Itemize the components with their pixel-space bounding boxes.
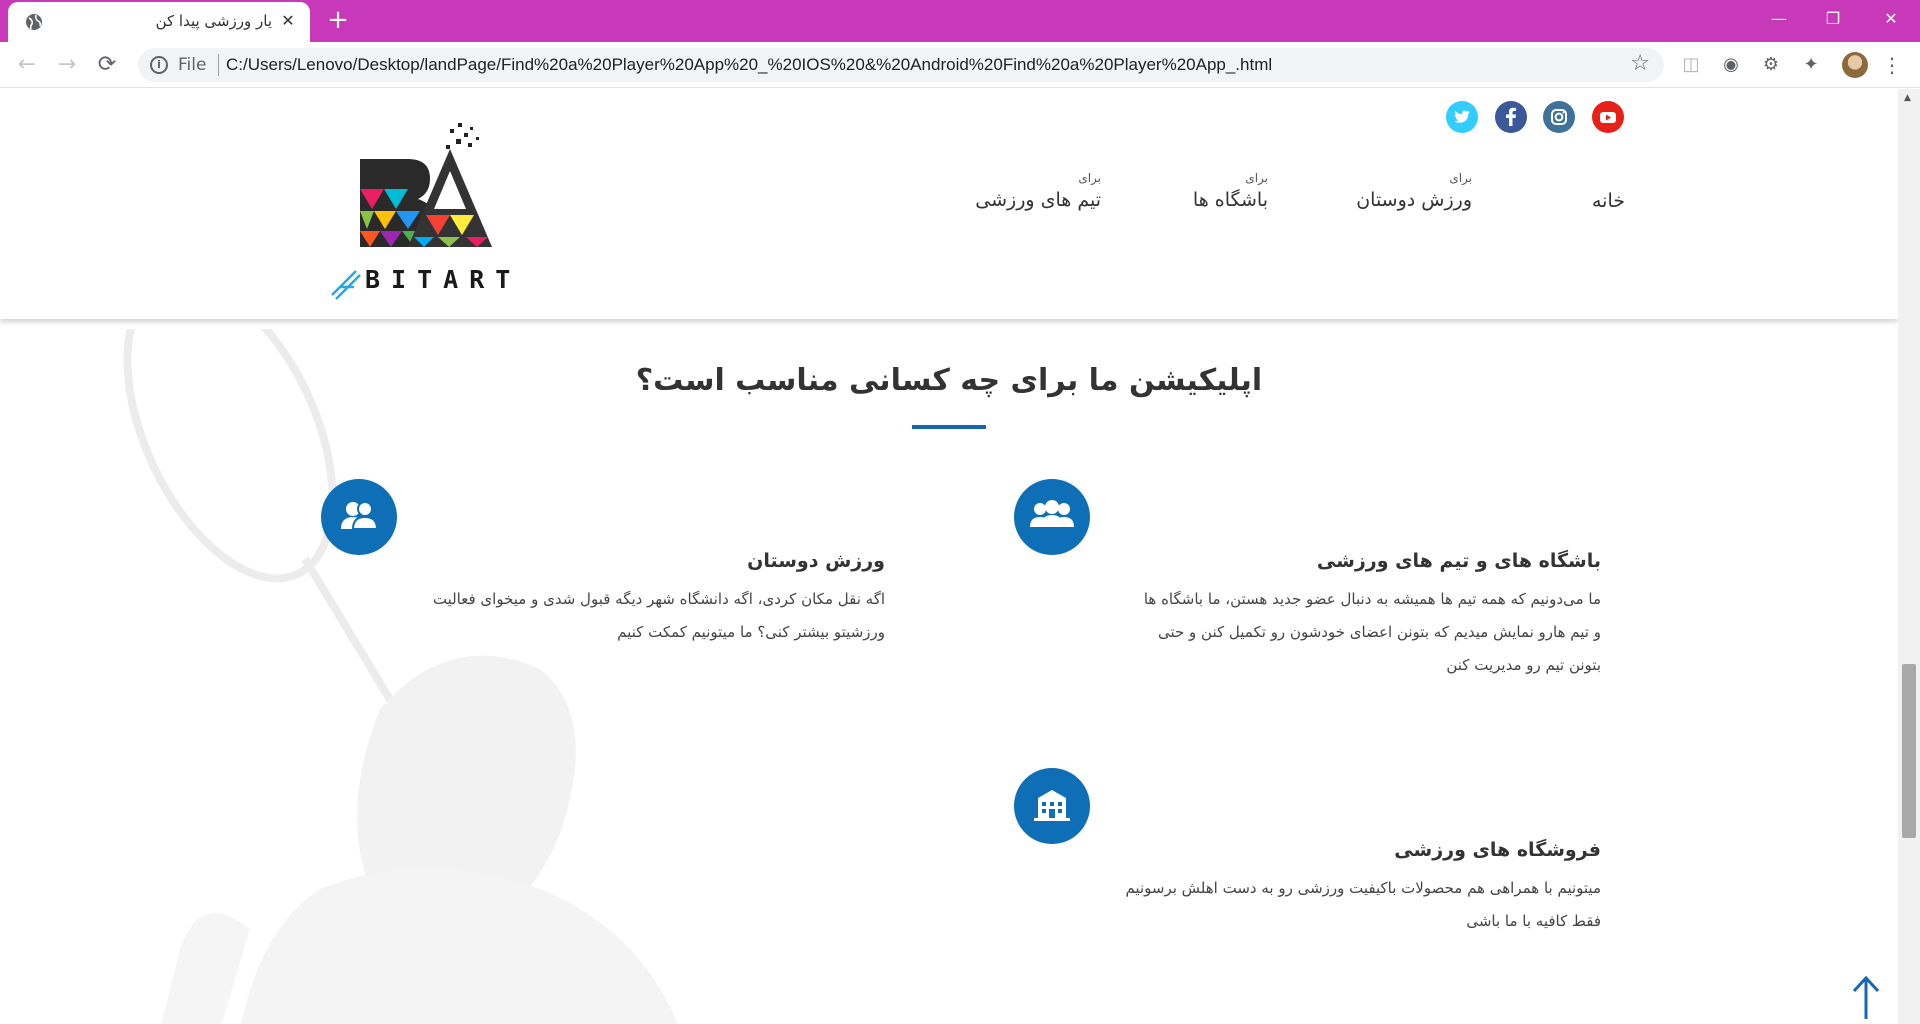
star-icon[interactable]: ☆ — [1630, 51, 1650, 76]
scroll-up-icon[interactable]: ▲ — [1904, 93, 1911, 103]
group-icon — [1014, 479, 1090, 555]
feature-clubs-line-1: ما می‌دونیم که همه تیم ها همیشه به دنبال… — [1143, 590, 1601, 608]
close-window-button[interactable]: ✕ — [1868, 0, 1914, 40]
nav-sport-friends[interactable]: برای ورزش دوستان — [1356, 171, 1472, 211]
extension-icon[interactable]: ⚙ — [1760, 54, 1782, 76]
twitter-icon[interactable] — [1446, 101, 1478, 133]
friends-icon — [321, 479, 397, 555]
feature-clubs-line-3: بتونن تیم رو مدیریت کنن — [1446, 656, 1601, 674]
camera-icon[interactable]: ◫ — [1680, 54, 1702, 76]
nav-home[interactable]: خانه — [1592, 190, 1625, 212]
title-underline — [912, 425, 986, 429]
url-separator — [218, 54, 219, 76]
address-bar: ← → ⟳ i File C:/Users/Lenovo/Desktop/lan… — [0, 42, 1920, 88]
nav-sport-friends-prefix: برای — [1449, 171, 1472, 185]
feature-friends-title: ورزش دوستان — [747, 550, 885, 572]
back-to-top-arrow-icon[interactable] — [1848, 973, 1884, 1021]
puzzle-icon[interactable]: ✦ — [1800, 54, 1822, 76]
instagram-icon[interactable] — [1543, 101, 1575, 133]
nav-home-label: خانه — [1591, 190, 1625, 212]
nav-sport-teams-prefix: برای — [1078, 171, 1101, 185]
feature-friends-description: اگه نقل مکان کردی، اگه دانشگاه شهر دیگه … — [365, 583, 885, 649]
back-button[interactable]: ← — [12, 50, 42, 80]
feature-clubs-line-2: و تیم هارو نمایش میدیم که بتونن اعضای خو… — [1157, 623, 1601, 641]
section-title: اپلیکیشن ما برای چه کسانی مناسب است؟ — [635, 363, 1263, 398]
page-scrollbar[interactable]: ▲ — [1898, 89, 1920, 1024]
nav-sport-teams[interactable]: برای تیم های ورزشی — [975, 171, 1101, 211]
youtube-icon[interactable] — [1592, 101, 1624, 133]
info-icon[interactable]: i — [150, 56, 168, 74]
logo-wordmark: BITART — [365, 265, 522, 294]
tab-strip: یار ورزشی پیدا کن ✕ + — ❐ ✕ — [0, 0, 1920, 42]
new-tab-button[interactable]: + — [324, 6, 352, 34]
site-header: خانه برای ورزش دوستان برای باشگاه ها برا… — [0, 89, 1898, 319]
nav-sport-teams-label: تیم های ورزشی — [975, 189, 1101, 211]
url-text[interactable]: C:/Users/Lenovo/Desktop/landPage/Find%20… — [226, 55, 1272, 75]
feature-friends-line-2: ورزشیتو بیشتر کنی؟ ما میتونیم کمکت کنیم — [617, 623, 885, 641]
feature-stores-title: فروشگاه های ورزشی — [1394, 839, 1601, 861]
nav-sport-friends-label: ورزش دوستان — [1356, 189, 1472, 211]
background-illustration — [123, 329, 678, 1024]
restore-button[interactable]: ❐ — [1810, 0, 1856, 40]
kebab-menu-icon[interactable]: ⋮ — [1882, 52, 1902, 78]
page-viewport: خانه برای ورزش دوستان برای باشگاه ها برا… — [0, 89, 1920, 1024]
store-icon — [1014, 768, 1090, 844]
screenshot-icon[interactable]: ◉ — [1720, 54, 1742, 76]
facebook-icon[interactable] — [1495, 101, 1527, 133]
feature-stores-line-1: میتونیم با همراهی هم محصولات باکیفیت ورز… — [1125, 879, 1601, 897]
tab-close-icon[interactable]: ✕ — [278, 11, 298, 31]
url-scheme: File — [178, 55, 207, 75]
feature-clubs-title: باشگاه های و تیم های ورزشی — [1316, 550, 1601, 572]
feature-stores-line-2: فقط کافیه با ما باشی — [1466, 912, 1601, 930]
forward-button[interactable]: → — [52, 50, 82, 80]
feature-stores-description: میتونیم با همراهی هم محصولات باکیفیت ورز… — [1081, 872, 1601, 938]
nav-clubs-prefix: برای — [1245, 171, 1268, 185]
scrollbar-thumb[interactable] — [1902, 664, 1916, 838]
reload-button[interactable]: ⟳ — [92, 50, 122, 80]
profile-avatar[interactable] — [1842, 52, 1868, 78]
active-tab[interactable]: یار ورزشی پیدا کن ✕ — [8, 2, 310, 42]
minimize-button[interactable]: — — [1756, 0, 1802, 40]
globe-icon — [24, 12, 44, 32]
feature-clubs-description: ما می‌دونیم که همه تیم ها همیشه به دنبال… — [1081, 583, 1601, 682]
tab-title: یار ورزشی پیدا کن — [155, 12, 272, 30]
nav-clubs[interactable]: برای باشگاه ها — [1193, 171, 1268, 211]
omnibox[interactable]: i File C:/Users/Lenovo/Desktop/landPage/… — [138, 48, 1664, 82]
feature-friends-line-1: اگه نقل مکان کردی، اگه دانشگاه شهر دیگه … — [432, 590, 885, 608]
nav-clubs-label: باشگاه ها — [1192, 189, 1268, 211]
